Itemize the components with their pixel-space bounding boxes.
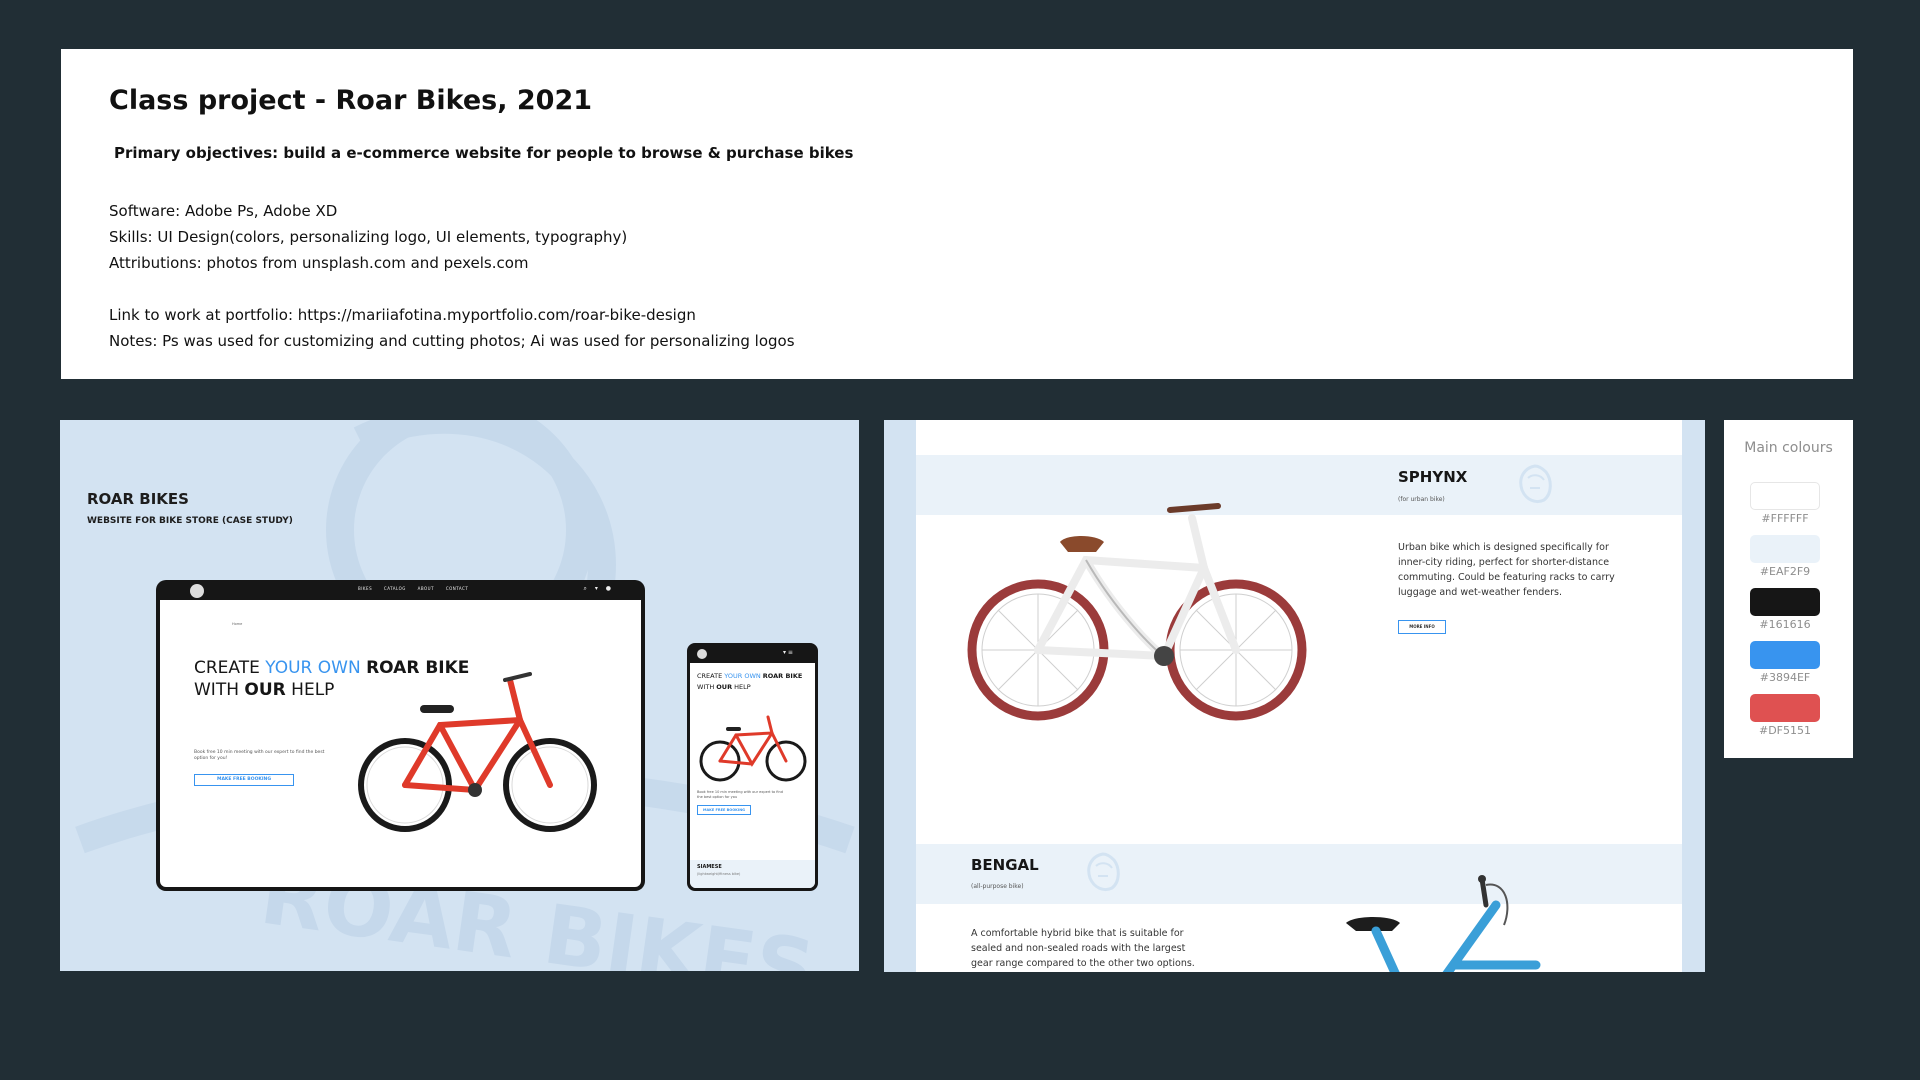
nav-icons: ⌕ ▾ ● — [578, 585, 611, 593]
brand-title: ROAR BIKES — [87, 490, 189, 508]
device-mockup-panel: ROAR BIKES ROAR BIKES WEBSITE FOR BIKE S… — [60, 420, 859, 971]
project-info-card: Class project - Roar Bikes, 2021 Primary… — [61, 49, 1853, 379]
swatch-light-blue — [1750, 535, 1820, 563]
phone-product-type: (lightweight/fitness bike) — [697, 872, 741, 876]
phone-screen: CREATE YOUR OWN ROAR BIKE WITH OUR HELP … — [690, 663, 815, 888]
swatch-label: #FFFFFF — [1761, 512, 1809, 525]
product-page-sheet: SPHYNX (for urban bike) Urban bike which… — [916, 420, 1682, 972]
more-info-button[interactable]: MORE INFO — [1398, 620, 1446, 634]
product-type-sphynx: (for urban bike) — [1398, 496, 1445, 503]
phone-product-band: SIAMESE (lightweight/fitness bike) — [690, 860, 815, 888]
product-name-bengal: BENGAL — [971, 856, 1039, 874]
swatch-label: #EAF2F9 — [1759, 565, 1811, 578]
swatch-black — [1750, 588, 1820, 616]
nav-contact[interactable]: CONTACT — [446, 586, 468, 591]
swatch-label: #161616 — [1759, 618, 1811, 631]
swatch-blue — [1750, 641, 1820, 669]
laptop-screen: Home CREATE YOUR OWN ROAR BIKE WITH OUR … — [160, 600, 641, 887]
laptop-navbar: BIKES CATALOG ABOUT CONTACT ⌕ ▾ ● — [156, 582, 645, 600]
swatch-red — [1750, 694, 1820, 722]
user-icon[interactable]: ● — [606, 585, 611, 592]
notes-line: Notes: Ps was used for customizing and c… — [109, 332, 795, 350]
phone-description: Book free 10 min meeting with our expert… — [697, 790, 783, 799]
phone-lion-logo-icon[interactable] — [697, 649, 707, 659]
phone-headline-line1: CREATE YOUR OWN ROAR BIKE — [697, 672, 803, 680]
white-cruiser-bike-image — [967, 503, 1307, 721]
phone-red-bike-image — [699, 715, 807, 782]
project-title: Class project - Roar Bikes, 2021 — [109, 85, 593, 116]
nav-links: BIKES CATALOG ABOUT CONTACT — [358, 586, 478, 591]
swatch-label: #DF5151 — [1758, 724, 1811, 737]
attributions-line: Attributions: photos from unsplash.com a… — [109, 254, 529, 272]
portfolio-link-line: Link to work at portfolio: https://marii… — [109, 306, 696, 324]
product-name-sphynx: SPHYNX — [1398, 468, 1468, 486]
cart-icon[interactable]: ▾ — [595, 585, 598, 592]
bengal-header-band — [916, 844, 1682, 904]
lion-head-icon — [1087, 852, 1120, 892]
laptop-frame: Home CREATE YOUR OWN ROAR BIKE WITH OUR … — [156, 580, 645, 891]
project-objective: Primary objectives: build a e-commerce w… — [114, 144, 854, 162]
palette-title: Main colours — [1744, 440, 1833, 456]
red-bike-image — [358, 672, 597, 832]
swatch-white — [1750, 482, 1820, 510]
product-type-bengal: (all-purpose bike) — [971, 883, 1024, 890]
color-palette-panel: Main colours #FFFFFF #EAF2F9 #161616 #3894E… — [1724, 420, 1853, 758]
product-page-panel: SPHYNX (for urban bike) Urban bike which… — [884, 420, 1705, 972]
blue-hybrid-bike-image — [1346, 875, 1541, 972]
nav-bikes[interactable]: BIKES — [358, 586, 372, 591]
phone-headline-line2: WITH OUR HELP — [697, 683, 751, 691]
phone-frame: CREATE YOUR OWN ROAR BIKE WITH OUR HELP … — [687, 643, 818, 891]
breadcrumb: Home — [232, 622, 243, 626]
software-line: Software: Adobe Ps, Adobe XD — [109, 202, 338, 220]
skills-line: Skills: UI Design(colors, personalizing … — [109, 228, 628, 246]
search-icon[interactable]: ⌕ — [584, 585, 587, 592]
phone-product-name: SIAMESE — [697, 864, 722, 870]
phone-booking-button[interactable]: MAKE FREE BOOKING — [697, 805, 751, 815]
make-booking-button[interactable]: MAKE FREE BOOKING — [194, 774, 294, 786]
nav-about[interactable]: ABOUT — [418, 586, 434, 591]
lion-head-icon — [1519, 464, 1552, 504]
swatch-label: #3894EF — [1759, 671, 1811, 684]
lion-logo-icon[interactable] — [190, 584, 204, 598]
nav-catalog[interactable]: CATALOG — [384, 586, 406, 591]
hero-description: Book free 10 min meeting with our expert… — [194, 750, 325, 761]
brand-subtitle: WEBSITE FOR BIKE STORE (CASE STUDY) — [87, 516, 293, 526]
phone-cart-menu-icons[interactable]: ▾ ≡ — [783, 649, 793, 656]
hero-headline-line2: WITH OUR HELP — [194, 680, 335, 700]
